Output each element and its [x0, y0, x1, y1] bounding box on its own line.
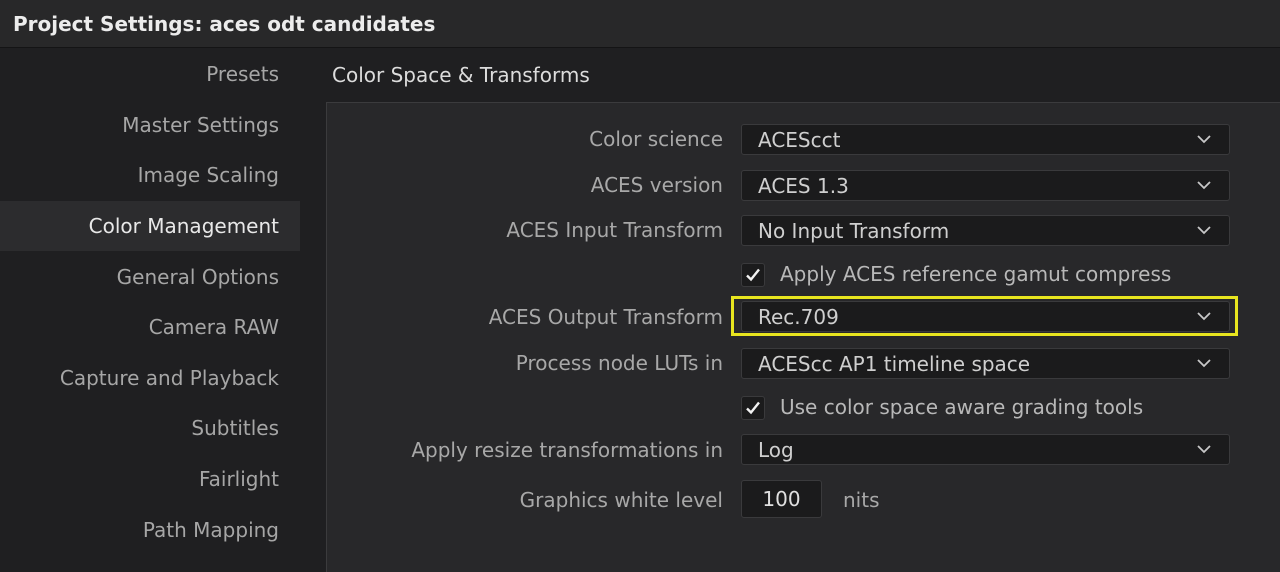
chevron-down-icon	[1197, 181, 1211, 190]
sidebar-item-capture-and-playback[interactable]: Capture and Playback	[0, 353, 300, 403]
aces-input-transform-value: No Input Transform	[758, 219, 950, 243]
sidebar-item-general-options[interactable]: General Options	[0, 252, 300, 302]
process-node-luts-value: ACEScc AP1 timeline space	[758, 352, 1031, 376]
aces-output-transform-dropdown[interactable]: Rec.709	[741, 301, 1230, 332]
color-science-label: Color science	[589, 127, 723, 151]
sidebar-item-presets[interactable]: Presets	[0, 49, 300, 99]
title-bar: Project Settings: aces odt candidates	[0, 0, 1280, 48]
chevron-down-icon	[1197, 359, 1211, 368]
graphics-white-level-unit: nits	[843, 488, 880, 512]
process-node-luts-dropdown[interactable]: ACEScc AP1 timeline space	[741, 348, 1230, 379]
gamut-compress-label: Apply ACES reference gamut compress	[780, 262, 1172, 286]
chevron-down-icon	[1197, 135, 1211, 144]
sidebar-item-master-settings[interactable]: Master Settings	[0, 100, 300, 150]
graphics-white-level-input[interactable]: 100	[741, 480, 822, 518]
section-title: Color Space & Transforms	[332, 63, 590, 87]
settings-sidebar: Presets Master Settings Image Scaling Co…	[0, 49, 300, 564]
gamut-compress-checkbox[interactable]	[741, 263, 765, 287]
resize-transform-dropdown[interactable]: Log	[741, 434, 1230, 465]
checkmark-icon	[746, 268, 760, 282]
aces-version-label: ACES version	[590, 173, 723, 197]
chevron-down-icon	[1197, 445, 1211, 454]
resize-transform-label: Apply resize transformations in	[411, 438, 723, 462]
checkmark-icon	[746, 401, 760, 415]
sidebar-item-color-management[interactable]: Color Management	[0, 201, 300, 251]
chevron-down-icon	[1197, 226, 1211, 235]
sidebar-item-fairlight[interactable]: Fairlight	[0, 454, 300, 504]
aces-input-transform-label: ACES Input Transform	[506, 218, 723, 242]
color-science-dropdown[interactable]: ACEScct	[741, 124, 1230, 155]
window-title: Project Settings: aces odt candidates	[13, 12, 436, 36]
process-node-luts-label: Process node LUTs in	[515, 351, 723, 375]
aces-version-dropdown[interactable]: ACES 1.3	[741, 170, 1230, 201]
resize-transform-value: Log	[758, 438, 794, 462]
color-space-aware-checkbox[interactable]	[741, 396, 765, 420]
chevron-down-icon	[1197, 312, 1211, 321]
aces-input-transform-dropdown[interactable]: No Input Transform	[741, 215, 1230, 246]
aces-version-value: ACES 1.3	[758, 174, 849, 198]
sidebar-item-path-mapping[interactable]: Path Mapping	[0, 505, 300, 555]
graphics-white-level-label: Graphics white level	[519, 488, 723, 512]
sidebar-item-image-scaling[interactable]: Image Scaling	[0, 150, 300, 200]
sidebar-item-camera-raw[interactable]: Camera RAW	[0, 302, 300, 352]
aces-output-transform-value: Rec.709	[758, 305, 839, 329]
sidebar-item-subtitles[interactable]: Subtitles	[0, 403, 300, 453]
aces-output-transform-label: ACES Output Transform	[488, 305, 723, 329]
color-science-value: ACEScct	[758, 128, 841, 152]
color-space-aware-label: Use color space aware grading tools	[780, 395, 1144, 419]
